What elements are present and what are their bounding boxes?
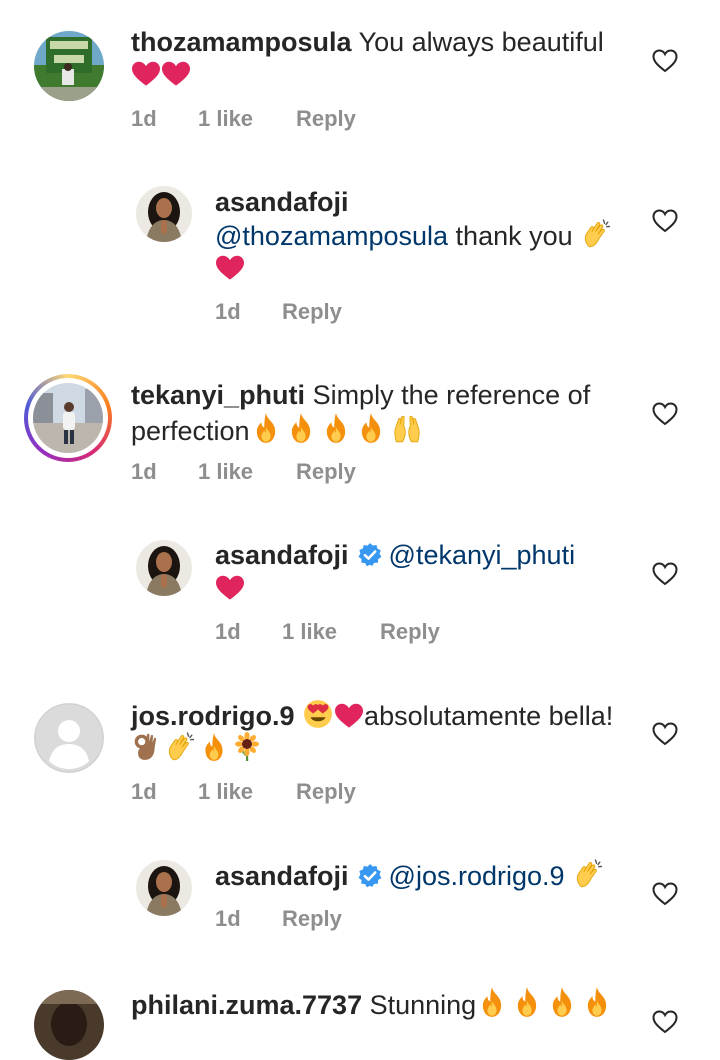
- red-heart-emoji: [335, 703, 363, 729]
- username[interactable]: jos.rodrigo.9: [131, 701, 295, 731]
- username[interactable]: asandafoji: [215, 540, 349, 570]
- reply-text: @thozamamposula thank you: [215, 219, 612, 253]
- reply-text: asandafoji @tekanyi_phuti: [215, 539, 575, 572]
- red-heart-emoji: [162, 61, 190, 87]
- comment-emoji-line: [131, 732, 262, 766]
- comment-emoji-line: [131, 58, 191, 91]
- like-heart-icon[interactable]: [652, 722, 678, 746]
- comment-time: 1d: [131, 459, 157, 484]
- avatar[interactable]: [136, 540, 192, 596]
- username[interactable]: tekanyi_phuti: [131, 380, 305, 410]
- mention-link[interactable]: @thozamamposula: [215, 221, 448, 251]
- mention-link[interactable]: @tekanyi_phuti: [389, 540, 576, 570]
- fire-emoji: [582, 986, 612, 1018]
- comment-text: jos.rodrigo.9 absolutamente bella!: [131, 699, 613, 733]
- comment-body: absolutamente bella!: [364, 701, 614, 731]
- username[interactable]: asandafoji: [215, 187, 349, 217]
- comment-text: tekanyi_phuti Simply the reference of: [131, 379, 590, 412]
- reply-emoji-line: [215, 572, 245, 605]
- ok-hand-emoji: [132, 732, 160, 762]
- comment-text: philani.zuma.7737 Stunning: [131, 986, 613, 1022]
- username[interactable]: thozamamposula: [131, 27, 352, 57]
- red-heart-emoji: [216, 575, 244, 601]
- comment-body-continued: perfection: [131, 416, 250, 446]
- clapping-hands-emoji: [581, 219, 611, 249]
- comment-body: You always beautiful: [358, 27, 604, 57]
- like-count[interactable]: 1 like: [198, 106, 253, 132]
- like-heart-icon[interactable]: [652, 882, 678, 906]
- comment-time: 1d: [215, 619, 241, 644]
- reply-button[interactable]: Reply: [296, 779, 356, 805]
- comment-time: 1d: [131, 779, 157, 804]
- red-heart-emoji: [132, 61, 160, 87]
- like-count[interactable]: 1 like: [198, 459, 253, 485]
- fire-emoji: [286, 412, 316, 444]
- clapping-hands-emoji: [165, 732, 195, 762]
- mention-link[interactable]: @jos.rodrigo.9: [389, 861, 565, 891]
- like-count[interactable]: 1 like: [282, 619, 337, 645]
- comment-body: thank you: [455, 221, 573, 251]
- comment-body: Stunning: [369, 990, 477, 1020]
- like-heart-icon[interactable]: [652, 402, 678, 426]
- reply-button[interactable]: Reply: [282, 906, 342, 932]
- reply-username-line: asandafoji: [215, 186, 349, 219]
- comment-time: 1d: [131, 106, 157, 131]
- heart-eyes-emoji: [303, 699, 333, 729]
- like-heart-icon[interactable]: [652, 562, 678, 586]
- comment-time: 1d: [215, 299, 241, 324]
- avatar[interactable]: [136, 186, 192, 242]
- fire-emoji: [547, 986, 577, 1018]
- comment-time: 1d: [215, 906, 241, 931]
- red-heart-emoji: [216, 255, 244, 281]
- like-heart-icon[interactable]: [652, 1010, 678, 1034]
- fire-emoji: [512, 986, 542, 1018]
- reply-button[interactable]: Reply: [296, 459, 356, 485]
- fire-emoji: [200, 732, 228, 762]
- reply-button[interactable]: Reply: [380, 619, 440, 645]
- reply-button[interactable]: Reply: [282, 299, 342, 325]
- fire-emoji: [321, 412, 351, 444]
- username[interactable]: philani.zuma.7737: [131, 990, 362, 1020]
- like-count[interactable]: 1 like: [198, 779, 253, 805]
- reply-emoji-line: [215, 252, 245, 285]
- avatar[interactable]: [33, 383, 103, 453]
- fire-emoji: [477, 986, 507, 1018]
- verified-badge-icon: [357, 863, 383, 889]
- comment-text: thozamamposula You always beautiful: [131, 26, 604, 59]
- fire-emoji: [251, 412, 281, 444]
- clapping-hands-emoji: [573, 859, 603, 889]
- reply-button[interactable]: Reply: [296, 106, 356, 132]
- default-avatar-icon[interactable]: [34, 703, 104, 773]
- fire-emoji: [356, 412, 386, 444]
- sunflower-emoji: [233, 732, 261, 762]
- raised-hands-emoji: [391, 414, 423, 444]
- username[interactable]: asandafoji: [215, 861, 349, 891]
- like-heart-icon[interactable]: [652, 49, 678, 73]
- avatar[interactable]: [34, 990, 104, 1060]
- verified-badge-icon: [357, 542, 383, 568]
- avatar[interactable]: [34, 31, 104, 101]
- avatar[interactable]: [136, 860, 192, 916]
- comment-text-line2: perfection: [131, 412, 424, 448]
- comment-body: Simply the reference of: [312, 380, 591, 410]
- reply-text: asandafoji @jos.rodrigo.9: [215, 859, 604, 893]
- like-heart-icon[interactable]: [652, 209, 678, 233]
